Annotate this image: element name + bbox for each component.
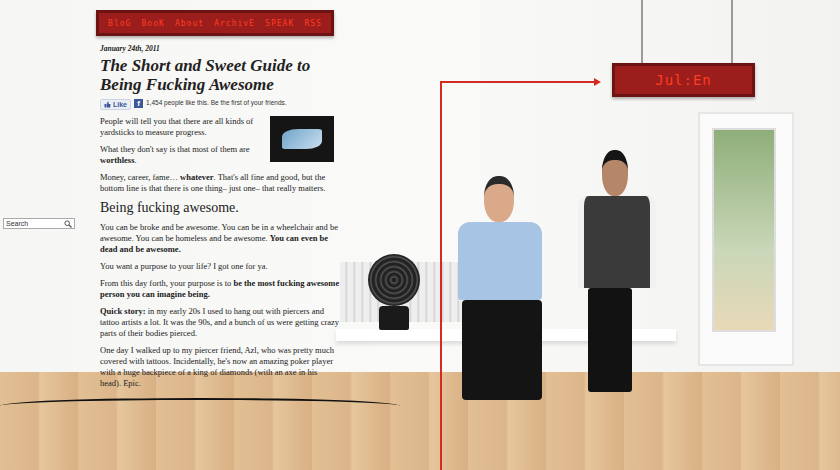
post-paragraph: From this day forth, your purpose is to … [100,278,340,300]
like-count: 1,454 people like this. Be the first of … [146,99,287,107]
post-date: January 24th, 2011 [100,44,340,53]
vest [578,196,656,288]
post-paragraph: You want a purpose to your life? I got o… [100,261,340,272]
like-button[interactable]: Like [100,99,131,110]
legs [588,288,632,392]
pointer-line [440,81,596,83]
fan-stand [379,306,409,330]
nav-link[interactable]: SPEAK [265,19,294,28]
door [698,112,794,366]
head [602,150,628,196]
blue-shirt [458,222,542,300]
facebook-icon: f [134,99,143,108]
fan [368,254,424,334]
nav-sign: BloG BooK About ArchivE SPEAK RSS [96,10,334,36]
search-field[interactable]: Search [3,218,75,229]
name-sign[interactable]: Jul:En [612,63,755,97]
post-paragraph: One day I walked up to my piercer friend… [100,345,340,389]
head [484,176,514,222]
arrow-icon [594,78,601,86]
post-paragraph: Quick story: in my early 20s I used to h… [100,306,340,339]
fan-head [368,254,420,306]
door-window [712,128,776,332]
sign-rod [731,0,733,64]
post-title[interactable]: The Short and Sweet Guide to Being Fucki… [100,56,340,94]
blog-column: BloG BooK About ArchivE SPEAK RSS January 24th… [96,0,342,395]
nav-link[interactable]: BooK [142,19,165,28]
legs [462,300,542,400]
nav-link[interactable]: About [175,19,204,28]
like-row: Likef1,454 people like this. Be the firs… [100,99,340,110]
meme-image [270,116,334,162]
magnifier-icon[interactable] [64,220,72,228]
nav-link[interactable]: BloG [108,19,131,28]
post-paragraph: Money, career, fame… whatever. That's al… [100,172,340,194]
post-heading: Being fucking awesome. [100,200,340,216]
power-cord [0,398,400,414]
pointer-line [440,81,442,470]
page: Jul:En Search BloG BooK About ArchivE SPEAK RSS… [0,0,840,470]
nav-link[interactable]: ArchivE [214,19,255,28]
spaceship-picture [282,129,322,149]
post-paragraph: You can be broke and be awesome. You can… [100,222,340,255]
standing-man [572,150,650,392]
sitting-man [458,176,548,411]
thumb-icon [104,101,111,108]
blog-post: January 24th, 2011 The Short and Sweet Gu… [96,36,342,389]
sign-rod [641,0,643,64]
nav-link[interactable]: RSS [304,19,321,28]
